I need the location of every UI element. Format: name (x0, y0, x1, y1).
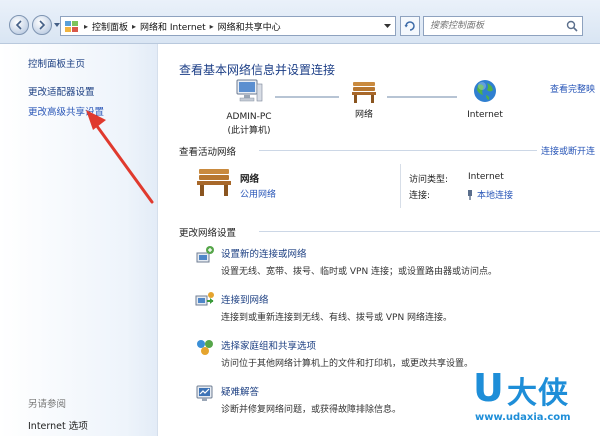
search-box[interactable] (423, 16, 583, 36)
vertical-divider (400, 164, 401, 208)
breadcrumb-item-control-panel[interactable]: 控制面板 (92, 20, 128, 33)
connection-line (387, 96, 457, 98)
local-connection-label: 本地连接 (477, 191, 514, 201)
connect-disconnect-link[interactable]: 连接或断开连 (541, 144, 595, 157)
control-panel-icon (65, 21, 78, 32)
address-bar[interactable]: ▸ 控制面板 ▸ 网络和 Internet ▸ 网络和共享中心 (60, 16, 396, 36)
task-description: 访问位于其他网络计算机上的文件和打印机，或更改共享设置。 (221, 359, 474, 369)
task-title[interactable]: 疑难解答 (221, 384, 259, 398)
search-input[interactable] (424, 17, 560, 35)
active-network-name: 网络 (240, 174, 260, 185)
network-type-link[interactable]: 公用网络 (240, 187, 276, 200)
chevron-right-icon[interactable]: ▸ (210, 22, 214, 31)
back-button[interactable] (9, 15, 29, 35)
address-toolbar: ▸ 控制面板 ▸ 网络和 Internet ▸ 网络和共享中心 (0, 0, 600, 44)
computer-icon (236, 79, 263, 102)
map-node-network[interactable]: 网络 (339, 80, 389, 121)
task-description: 连接到或重新连接到无线、有线、拨号或 VPN 网络连接。 (221, 313, 453, 323)
chevron-right-icon[interactable]: ▸ (132, 22, 136, 31)
forward-button[interactable] (32, 15, 52, 35)
map-node-computer: ADMIN-PC (此计算机) (221, 78, 277, 137)
sidebar-item-adapter-settings[interactable]: 更改适配器设置 (28, 84, 95, 98)
red-annotation-arrow-icon (86, 110, 154, 204)
section-divider (259, 150, 537, 151)
access-type-value: Internet (468, 172, 504, 182)
search-icon[interactable] (566, 20, 578, 32)
see-also-heading: 另请参阅 (28, 399, 67, 410)
task-title[interactable]: 设置新的连接或网络 (221, 246, 307, 260)
address-history-dropdown-icon[interactable] (384, 23, 391, 29)
watermark-text: 大侠 (507, 376, 569, 411)
globe-icon (474, 80, 496, 102)
task-description: 诊断并修复网络问题，或获得故障排除信息。 (221, 405, 402, 415)
computer-name: ADMIN-PC (226, 112, 272, 122)
breadcrumb-item-network-internet[interactable]: 网络和 Internet (140, 20, 206, 33)
chevron-right-icon: ▸ (84, 21, 89, 31)
new-connection-icon (196, 246, 214, 263)
homegroup-icon (197, 340, 213, 355)
task-sidebar: 控制面板主页 更改适配器设置 更改高级共享设置 另请参阅 Internet 选项 (0, 44, 158, 436)
ethernet-plug-icon (468, 189, 472, 200)
view-full-map-link[interactable]: 查看完整映 (550, 82, 595, 95)
connect-network-icon (195, 292, 214, 306)
computer-sublabel: (此计算机) (227, 126, 271, 136)
bench-network-icon (197, 169, 231, 196)
troubleshoot-icon (196, 385, 213, 401)
arrow-left-icon (15, 20, 22, 30)
task-title[interactable]: 选择家庭组和共享选项 (221, 338, 316, 352)
section-divider (259, 231, 600, 232)
active-networks-heading: 查看活动网络 (179, 147, 237, 158)
arrow-right-icon (39, 20, 46, 30)
local-connection-link[interactable]: 本地连接 (467, 188, 513, 201)
bench-network-icon (352, 82, 376, 103)
watermark-url: www.udaxia.com (475, 412, 571, 423)
page-title: 查看基本网络信息并设置连接 (179, 63, 336, 77)
connection-line (275, 96, 339, 98)
sidebar-item-control-panel-home[interactable]: 控制面板主页 (28, 56, 85, 70)
task-description: 设置无线、宽带、拨号、临时或 VPN 连接；或设置路由器或访问点。 (221, 267, 498, 277)
breadcrumb-item-sharing-center[interactable]: 网络和共享中心 (218, 20, 281, 33)
sidebar-item-internet-options[interactable]: Internet 选项 (28, 418, 88, 432)
internet-label: Internet (467, 110, 503, 120)
network-label: 网络 (354, 110, 373, 120)
access-type-label: 访问类型: (409, 175, 449, 185)
task-title[interactable]: 连接到网络 (221, 292, 269, 306)
watermark-u: U (473, 366, 504, 410)
refresh-button[interactable] (400, 16, 420, 36)
connection-label: 连接: (409, 191, 431, 201)
refresh-icon (404, 21, 415, 31)
change-settings-heading: 更改网络设置 (179, 228, 237, 239)
watermark-logo: U 大侠 www.udaxia.com (469, 366, 600, 436)
map-node-internet[interactable]: Internet (455, 78, 515, 121)
breadcrumb: ▸ 控制面板 ▸ 网络和 Internet ▸ 网络和共享中心 (80, 20, 281, 33)
